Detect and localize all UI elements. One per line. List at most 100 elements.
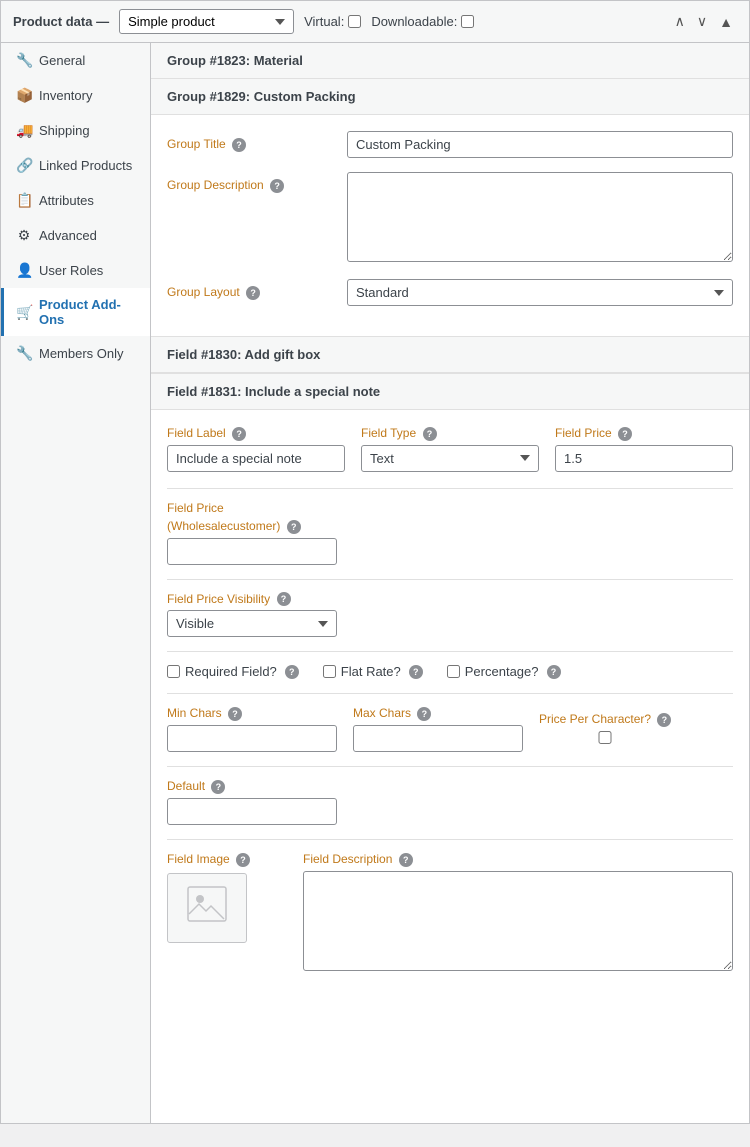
group-layout-label-container: Group Layout ? (167, 279, 347, 300)
field-label-input[interactable] (167, 445, 345, 472)
sidebar-item-linked-products[interactable]: 🔗 Linked Products (1, 148, 150, 183)
divider-2 (167, 579, 733, 580)
shipping-icon: 🚚 (16, 122, 32, 139)
price-per-char-help-icon[interactable]: ? (657, 713, 671, 727)
max-chars-input[interactable] (353, 725, 523, 752)
group-layout-row: Group Layout ? Standard Classic Modern (167, 279, 733, 306)
group-description-label-container: Group Description ? (167, 172, 347, 193)
group-1823-header: Group #1823: Material (151, 43, 749, 79)
sidebar-label-attributes: Attributes (39, 193, 94, 208)
field-price-visibility-select[interactable]: Visible Hidden (167, 610, 337, 637)
product-data-header: Product data — Simple productVariable pr… (1, 1, 749, 43)
field-description-label: Field Description (303, 852, 392, 866)
min-chars-col: Min Chars ? (167, 706, 337, 752)
group-description-help-icon[interactable]: ? (270, 179, 284, 193)
group-layout-help-icon[interactable]: ? (246, 286, 260, 300)
sidebar-item-product-add-ons[interactable]: 🛒 Product Add-Ons (1, 288, 150, 336)
field-price-help-icon[interactable]: ? (618, 427, 632, 441)
product-data-wrapper: Product data — Simple productVariable pr… (0, 0, 750, 1124)
flat-rate-label: Flat Rate? (341, 664, 401, 679)
group-description-row: Group Description ? (167, 172, 733, 265)
field-image-col: Field Image ? (167, 852, 287, 974)
max-chars-label-container: Max Chars ? (353, 706, 523, 721)
required-field-checkbox[interactable] (167, 665, 180, 678)
min-chars-help-icon[interactable]: ? (228, 707, 242, 721)
min-chars-input[interactable] (167, 725, 337, 752)
members-icon: 🔧 (16, 345, 32, 362)
link-icon: 🔗 (16, 157, 32, 174)
inventory-icon: 📦 (16, 87, 32, 104)
divider-1 (167, 488, 733, 489)
sidebar-label-shipping: Shipping (39, 123, 90, 138)
field-description-textarea[interactable] (303, 871, 733, 971)
field-price-wholesale-help-icon[interactable]: ? (287, 520, 301, 534)
sidebar-label-product-add-ons: Product Add-Ons (39, 297, 138, 327)
sidebar-item-general[interactable]: 🔧 General (1, 43, 150, 78)
field-type-help-icon[interactable]: ? (423, 427, 437, 441)
min-chars-label: Min Chars (167, 706, 222, 720)
group-layout-select[interactable]: Standard Classic Modern (347, 279, 733, 306)
field-image-label-container: Field Image ? (167, 852, 287, 867)
sidebar-item-inventory[interactable]: 📦 Inventory (1, 78, 150, 113)
price-per-char-col: Price Per Character? ? (539, 712, 671, 752)
header-arrows: ∧ ∨ ▲ (671, 11, 737, 32)
advanced-icon: ⚙ (16, 227, 32, 244)
required-field-label: Required Field? (185, 664, 277, 679)
max-chars-label: Max Chars (353, 706, 411, 720)
default-block: Default ? (167, 779, 733, 825)
group-1829-header: Group #1829: Custom Packing (151, 79, 749, 115)
sidebar-item-members-only[interactable]: 🔧 Members Only (1, 336, 150, 371)
field-type-select[interactable]: Text Textarea Select Checkbox Radio (361, 445, 539, 472)
sidebar-label-advanced: Advanced (39, 228, 97, 243)
sidebar-item-shipping[interactable]: 🚚 Shipping (1, 113, 150, 148)
field-price-wholesale-block: Field Price (Wholesalecustomer) ? (167, 501, 733, 565)
field-1831-content: Field Label ? Field Type ? Text (151, 410, 749, 1004)
min-chars-label-container: Min Chars ? (167, 706, 337, 721)
sidebar-label-members-only: Members Only (39, 346, 124, 361)
bottom-row: Field Image ? (167, 852, 733, 974)
arrow-down-btn[interactable]: ∨ (693, 11, 711, 32)
divider-6 (167, 839, 733, 840)
field-image-placeholder[interactable] (167, 873, 247, 943)
sidebar-item-attributes[interactable]: 📋 Attributes (1, 183, 150, 218)
group-title-row: Group Title ? (167, 131, 733, 158)
field-price-input[interactable] (555, 445, 733, 472)
field-type-col: Field Type ? Text Textarea Select Checkb… (361, 426, 539, 472)
field-price-col-label-container: Field Price ? (555, 426, 733, 441)
sidebar-label-general: General (39, 53, 85, 68)
group-description-textarea[interactable] (347, 172, 733, 262)
field-price-wholesale-input[interactable] (167, 538, 337, 565)
flat-rate-checkbox[interactable] (323, 665, 336, 678)
price-per-char-checkbox[interactable] (539, 731, 671, 744)
default-input[interactable] (167, 798, 337, 825)
product-type-select[interactable]: Simple productVariable productGrouped pr… (119, 9, 294, 34)
group-description-label: Group Description (167, 178, 264, 192)
group-title-label-container: Group Title ? (167, 131, 347, 152)
default-help-icon[interactable]: ? (211, 780, 225, 794)
sidebar-label-linked-products: Linked Products (39, 158, 132, 173)
percentage-help-icon[interactable]: ? (547, 665, 561, 679)
sidebar-item-user-roles[interactable]: 👤 User Roles (1, 253, 150, 288)
downloadable-checkbox[interactable] (461, 15, 474, 28)
field-description-help-icon[interactable]: ? (399, 853, 413, 867)
max-chars-col: Max Chars ? (353, 706, 523, 752)
required-field-help-icon[interactable]: ? (285, 665, 299, 679)
group-title-help-icon[interactable]: ? (232, 138, 246, 152)
field-price-col-label: Field Price (555, 426, 612, 440)
virtual-checkbox[interactable] (348, 15, 361, 28)
flat-rate-help-icon[interactable]: ? (409, 665, 423, 679)
arrow-up-btn[interactable]: ∧ (671, 11, 689, 32)
field-label-col-label-container: Field Label ? (167, 426, 345, 441)
field-image-help-icon[interactable]: ? (236, 853, 250, 867)
max-chars-help-icon[interactable]: ? (417, 707, 431, 721)
required-field-item: Required Field? ? (167, 664, 299, 679)
field-label-col: Field Label ? (167, 426, 345, 472)
field-label-help-icon[interactable]: ? (232, 427, 246, 441)
field-price-visibility-help-icon[interactable]: ? (277, 592, 291, 606)
sidebar-item-advanced[interactable]: ⚙ Advanced (1, 218, 150, 253)
chars-row: Min Chars ? Max Chars ? (167, 706, 733, 752)
percentage-checkbox[interactable] (447, 665, 460, 678)
field-1831-section: Field #1831: Include a special note Fiel… (151, 373, 749, 1004)
arrow-collapse-btn[interactable]: ▲ (715, 11, 737, 32)
group-title-input[interactable] (347, 131, 733, 158)
